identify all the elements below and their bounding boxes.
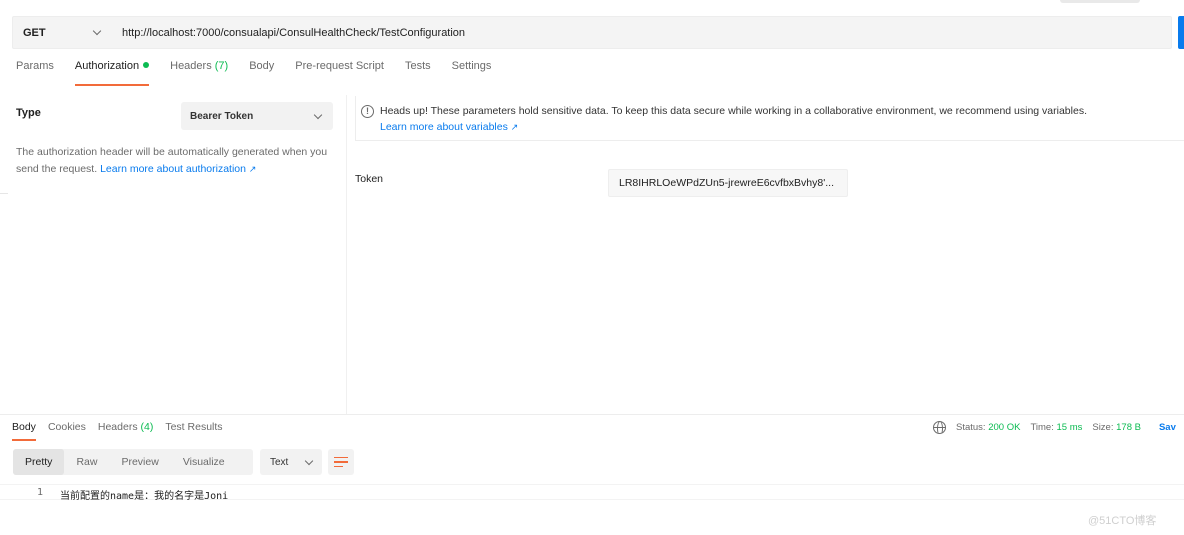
format-pretty[interactable]: Pretty [13, 449, 65, 475]
language-select[interactable]: Text [260, 449, 322, 475]
top-right-edge [1060, 0, 1140, 3]
response-body[interactable]: 1 当前配置的name是：我的名字是Joni [0, 484, 1184, 502]
response-tab-cookies[interactable]: Cookies [48, 421, 86, 441]
auth-description: The authorization header will be automat… [16, 146, 328, 175]
response-tab-body[interactable]: Body [12, 421, 36, 441]
tab-authorization[interactable]: Authorization [74, 60, 150, 86]
format-preview[interactable]: Preview [109, 449, 170, 475]
response-status: Status: 200 OK Time: 15 ms Size: 178 B S… [933, 421, 1176, 434]
arrow-up-right-icon: ↗ [510, 122, 519, 132]
token-input[interactable]: LR8IHRLOeWPdZUn5-jrewreE6cvfbxBvhy8'... [608, 169, 848, 197]
pane-divider[interactable] [0, 414, 1184, 415]
info-icon: ! [361, 105, 374, 118]
status-info: Status: 200 OK [956, 422, 1021, 433]
language-value: Text [270, 456, 289, 468]
wrap-lines-button[interactable] [328, 449, 354, 475]
tab-params[interactable]: Params [16, 60, 54, 86]
line-number: 1 [37, 487, 44, 498]
url-input[interactable]: http://localhost:7000/consualapi/ConsulH… [108, 27, 465, 39]
method-label: GET [23, 26, 46, 39]
wrap-icon [334, 456, 348, 459]
active-dot-icon [143, 62, 150, 68]
request-bar: GET http://localhost:7000/consualapi/Con… [12, 16, 1172, 49]
chevron-down-icon [92, 26, 102, 36]
headers-count: (7) [214, 60, 229, 72]
response-headers-count: (4) [140, 421, 154, 433]
auth-type-value: Bearer Token [190, 110, 254, 122]
status-code[interactable]: 200 OK [988, 422, 1020, 433]
token-label: Token [355, 173, 384, 185]
globe-icon[interactable] [933, 421, 946, 434]
auth-type-select[interactable]: Bearer Token [181, 102, 333, 130]
size-info: Size: 178 B [1092, 422, 1141, 433]
response-tab-test-results[interactable]: Test Results [165, 421, 222, 441]
size-value[interactable]: 178 B [1116, 422, 1141, 433]
format-raw[interactable]: Raw [64, 449, 109, 475]
tab-settings[interactable]: Settings [452, 60, 492, 86]
format-visualize[interactable]: Visualize [171, 449, 237, 475]
time-value[interactable]: 15 ms [1056, 422, 1082, 433]
left-edge-divider [0, 193, 8, 194]
format-tabs: Pretty Raw Preview Visualize [13, 449, 253, 475]
tab-body[interactable]: Body [249, 60, 274, 86]
learn-more-variables-link[interactable]: Learn more about variables ↗ [380, 121, 518, 133]
column-divider [346, 95, 347, 415]
response-tabs: Body Cookies Headers (4) Test Results [12, 421, 235, 441]
time-info: Time: 15 ms [1030, 422, 1083, 433]
save-response-button[interactable]: Sav [1159, 422, 1176, 433]
sensitive-data-notice: ! Heads up! These parameters hold sensit… [355, 96, 1184, 141]
learn-more-authorization-link[interactable]: Learn more about authorization ↗ [100, 163, 256, 175]
chevron-down-icon [304, 456, 314, 465]
tab-headers[interactable]: Headers (7) [170, 60, 228, 86]
notice-text: Heads up! These parameters hold sensitiv… [380, 105, 1087, 117]
auth-type-label: Type [16, 107, 41, 119]
method-select[interactable]: GET [13, 17, 108, 48]
response-tab-headers[interactable]: Headers (4) [98, 421, 153, 441]
watermark: @51CTO博客 [1088, 515, 1157, 527]
tab-tests[interactable]: Tests [405, 60, 431, 86]
send-button[interactable] [1178, 16, 1184, 49]
chevron-down-icon [313, 110, 323, 119]
request-tabs: Params Authorization Headers (7) Body Pr… [16, 60, 512, 86]
response-text: 当前配置的name是：我的名字是Joni [60, 491, 229, 502]
arrow-up-right-icon: ↗ [248, 164, 257, 174]
tab-pre-request-script[interactable]: Pre-request Script [295, 60, 384, 86]
